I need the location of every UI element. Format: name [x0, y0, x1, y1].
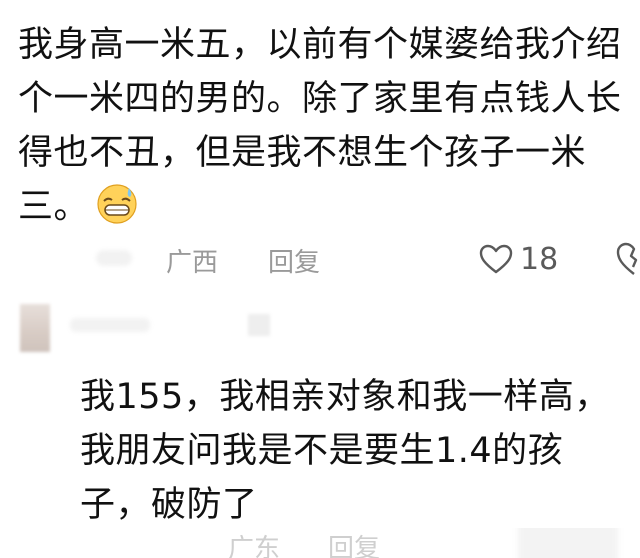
comment-meta: 广东 回复 [0, 528, 640, 558]
reply-button[interactable]: 回复 [328, 528, 380, 558]
badge-blurred [248, 314, 270, 336]
timestamp-blurred [96, 250, 132, 266]
comment-text: 我身高一米五，以前有个媒婆给我介绍个一米四的男的。除了家里有点钱人长得也不丑，但… [18, 25, 622, 227]
grinning-sweat-emoji-icon [95, 182, 139, 226]
dislike-button[interactable] [614, 240, 640, 278]
comment-location: 广西 [166, 248, 219, 278]
reply-button[interactable]: 回复 [268, 242, 320, 279]
comment-text: 我155，我相亲对象和我一样高，我朋友问我是不是要生1.4的孩子，破防了 [80, 377, 610, 525]
comment-location: 广东 [228, 534, 281, 558]
avatar[interactable] [20, 304, 50, 352]
broken-heart-icon [616, 242, 638, 275]
comment-meta: 广西 回复 18 [0, 236, 640, 282]
comment-item: 我身高一米五，以前有个媒婆给我介绍个一米四的男的。除了家里有点钱人长得也不丑，但… [0, 0, 640, 290]
heart-icon [479, 244, 513, 274]
like-button[interactable]: 18 [478, 240, 558, 278]
like-count: 18 [520, 241, 559, 277]
comment-item: 我155，我相亲对象和我一样高，我朋友问我是不是要生1.4的孩子，破防了 广东 … [0, 290, 640, 558]
username-blurred [70, 318, 150, 332]
like-button[interactable] [518, 528, 618, 558]
